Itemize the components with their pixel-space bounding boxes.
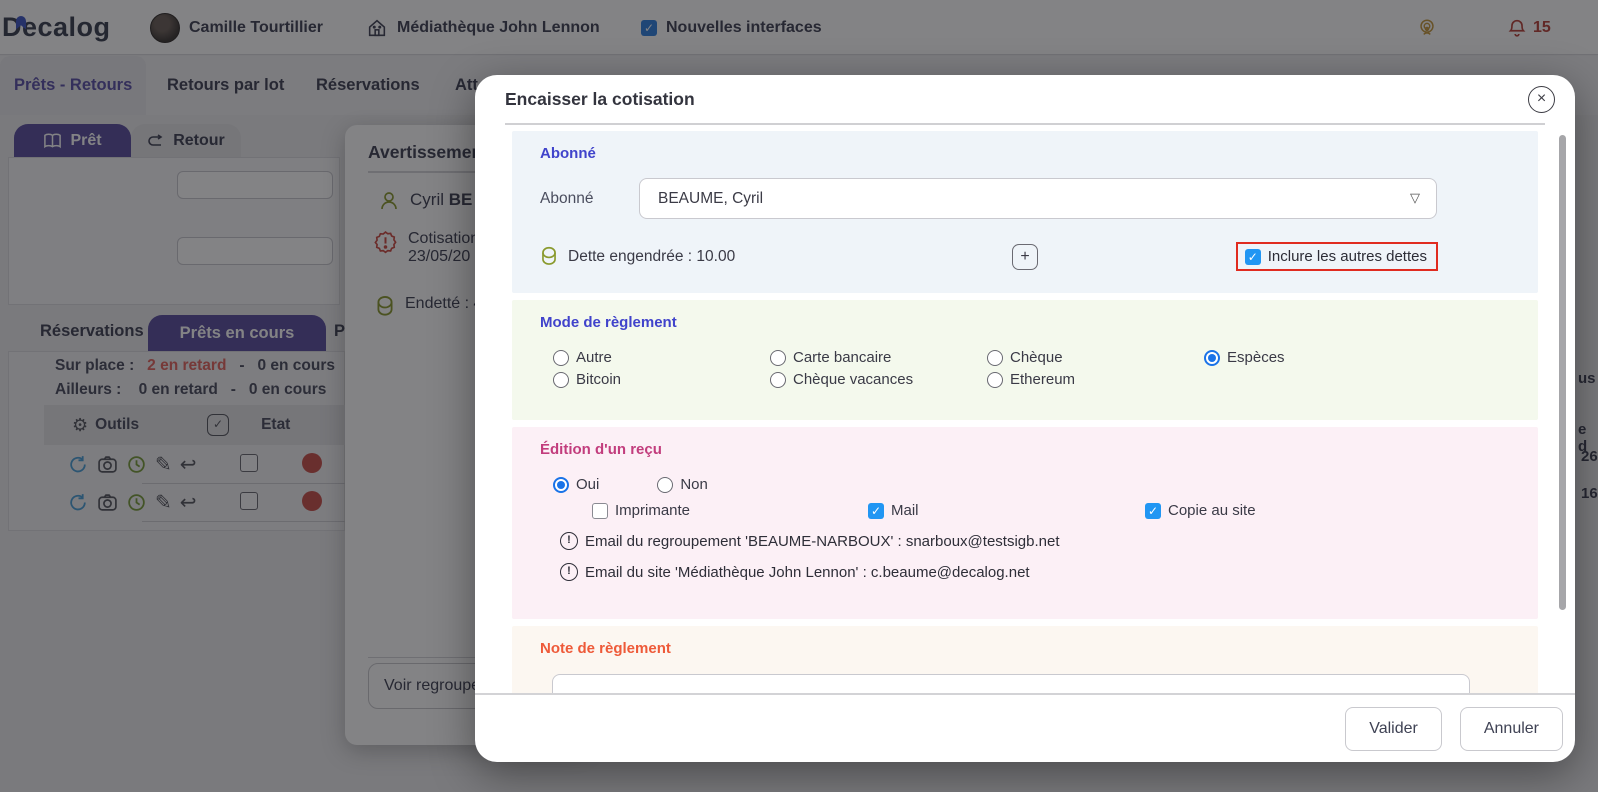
email-regroupement-text: Email du regroupement 'BEAUME-NARBOUX' :… (585, 533, 1060, 550)
section-edition-recu-title: Édition d'un reçu (540, 441, 1510, 458)
payment-option-autre[interactable]: Autre (553, 349, 770, 366)
abonne-field-label: Abonné (540, 190, 639, 208)
payment-option-especes[interactable]: Espèces (1204, 349, 1421, 366)
modal-title: Encaisser la cotisation (505, 89, 695, 110)
abonne-select-value: BEAUME, Cyril (658, 190, 763, 208)
receipt-oui-label: Oui (576, 476, 599, 493)
include-other-debts-checkbox[interactable]: ✓ (1245, 249, 1261, 265)
radio-icon-selected[interactable] (553, 477, 569, 493)
note-reglement-input[interactable] (552, 674, 1470, 693)
modal-body: Abonné Abonné BEAUME, Cyril ▽ Dette enge… (475, 125, 1575, 693)
section-abonne-title: Abonné (540, 145, 1510, 162)
include-other-debts-label: Inclure les autres dettes (1268, 248, 1427, 265)
email-site-text: Email du site 'Médiathèque John Lennon' … (585, 564, 1030, 581)
radio-icon[interactable] (553, 372, 569, 388)
include-other-debts-highlight: ✓ Inclure les autres dettes (1236, 242, 1438, 271)
add-debt-button[interactable]: + (1012, 244, 1038, 270)
radio-icon[interactable] (770, 350, 786, 366)
dropdown-icon: ▽ (1410, 190, 1420, 206)
section-note-reglement-title: Note de règlement (540, 640, 1510, 657)
section-note-reglement: Note de règlement (512, 626, 1538, 693)
coins-icon (540, 246, 558, 268)
annuler-button[interactable]: Annuler (1460, 707, 1563, 751)
info-icon: ! (560, 563, 578, 581)
checkbox-label: Mail (891, 502, 919, 519)
section-mode-reglement-title: Mode de règlement (540, 314, 1510, 331)
payment-option-label: Chèque (1010, 349, 1063, 366)
abonne-select[interactable]: BEAUME, Cyril ▽ (639, 178, 1437, 219)
close-icon[interactable]: × (1528, 86, 1555, 113)
info-icon: ! (560, 532, 578, 550)
checkbox-icon-checked[interactable]: ✓ (1145, 503, 1161, 519)
section-edition-recu: Édition d'un reçu Oui Non Imprimante ✓ Ma… (512, 427, 1538, 619)
payment-option-ethereum[interactable]: Ethereum (987, 371, 1204, 388)
receipt-option-oui[interactable]: Oui (553, 476, 599, 493)
receipt-checkbox-copie-au-site[interactable]: ✓ Copie au site (1145, 502, 1510, 519)
payment-option-label: Carte bancaire (793, 349, 891, 366)
receipt-non-label: Non (680, 476, 708, 493)
application-window: Decalog Camille Tourtillier Médiathèque … (0, 0, 1598, 792)
checkbox-icon-checked[interactable]: ✓ (868, 503, 884, 519)
valider-button[interactable]: Valider (1345, 707, 1442, 751)
receipt-yes-no: Oui Non (553, 476, 1510, 493)
radio-icon-selected[interactable] (1204, 350, 1220, 366)
payment-option-carte-bancaire[interactable]: Carte bancaire (770, 349, 987, 366)
radio-icon[interactable] (987, 350, 1003, 366)
radio-icon[interactable] (657, 477, 673, 493)
payment-option-cheque-vacances[interactable]: Chèque vacances (770, 371, 987, 388)
email-regroupement-info: ! Email du regroupement 'BEAUME-NARBOUX'… (560, 532, 1510, 550)
payment-option-cheque[interactable]: Chèque (987, 349, 1204, 366)
payment-option-label: Chèque vacances (793, 371, 913, 388)
debt-generated-text: Dette engendrée : 10.00 (568, 248, 735, 266)
payment-option-label: Bitcoin (576, 371, 621, 388)
payment-options-grid: Autre Carte bancaire Chèque Espèces Bitc… (553, 349, 1510, 388)
payment-option-bitcoin[interactable]: Bitcoin (553, 371, 770, 388)
modal-header: Encaisser la cotisation × (475, 75, 1575, 123)
debt-generated-line: Dette engendrée : 10.00 (540, 246, 1012, 268)
section-abonne: Abonné Abonné BEAUME, Cyril ▽ Dette enge… (512, 131, 1538, 293)
receipt-checkboxes: Imprimante ✓ Mail ✓ Copie au site (592, 502, 1510, 519)
modal-scrollbar-thumb[interactable] (1559, 135, 1566, 610)
section-mode-reglement: Mode de règlement Autre Carte bancaire C… (512, 300, 1538, 420)
radio-icon[interactable] (770, 372, 786, 388)
radio-icon[interactable] (987, 372, 1003, 388)
encaisser-cotisation-modal: Encaisser la cotisation × Abonné Abonné … (475, 75, 1575, 762)
checkbox-label: Copie au site (1168, 502, 1256, 519)
payment-option-label: Autre (576, 349, 612, 366)
email-site-info: ! Email du site 'Médiathèque John Lennon… (560, 563, 1510, 581)
payment-option-label: Ethereum (1010, 371, 1075, 388)
receipt-option-non[interactable]: Non (657, 476, 708, 493)
modal-footer: Valider Annuler (475, 693, 1575, 762)
checkbox-label: Imprimante (615, 502, 690, 519)
receipt-checkbox-mail[interactable]: ✓ Mail (868, 502, 1145, 519)
receipt-checkbox-imprimante[interactable]: Imprimante (592, 502, 868, 519)
radio-icon[interactable] (553, 350, 569, 366)
payment-option-label: Espèces (1227, 349, 1285, 366)
checkbox-icon[interactable] (592, 503, 608, 519)
